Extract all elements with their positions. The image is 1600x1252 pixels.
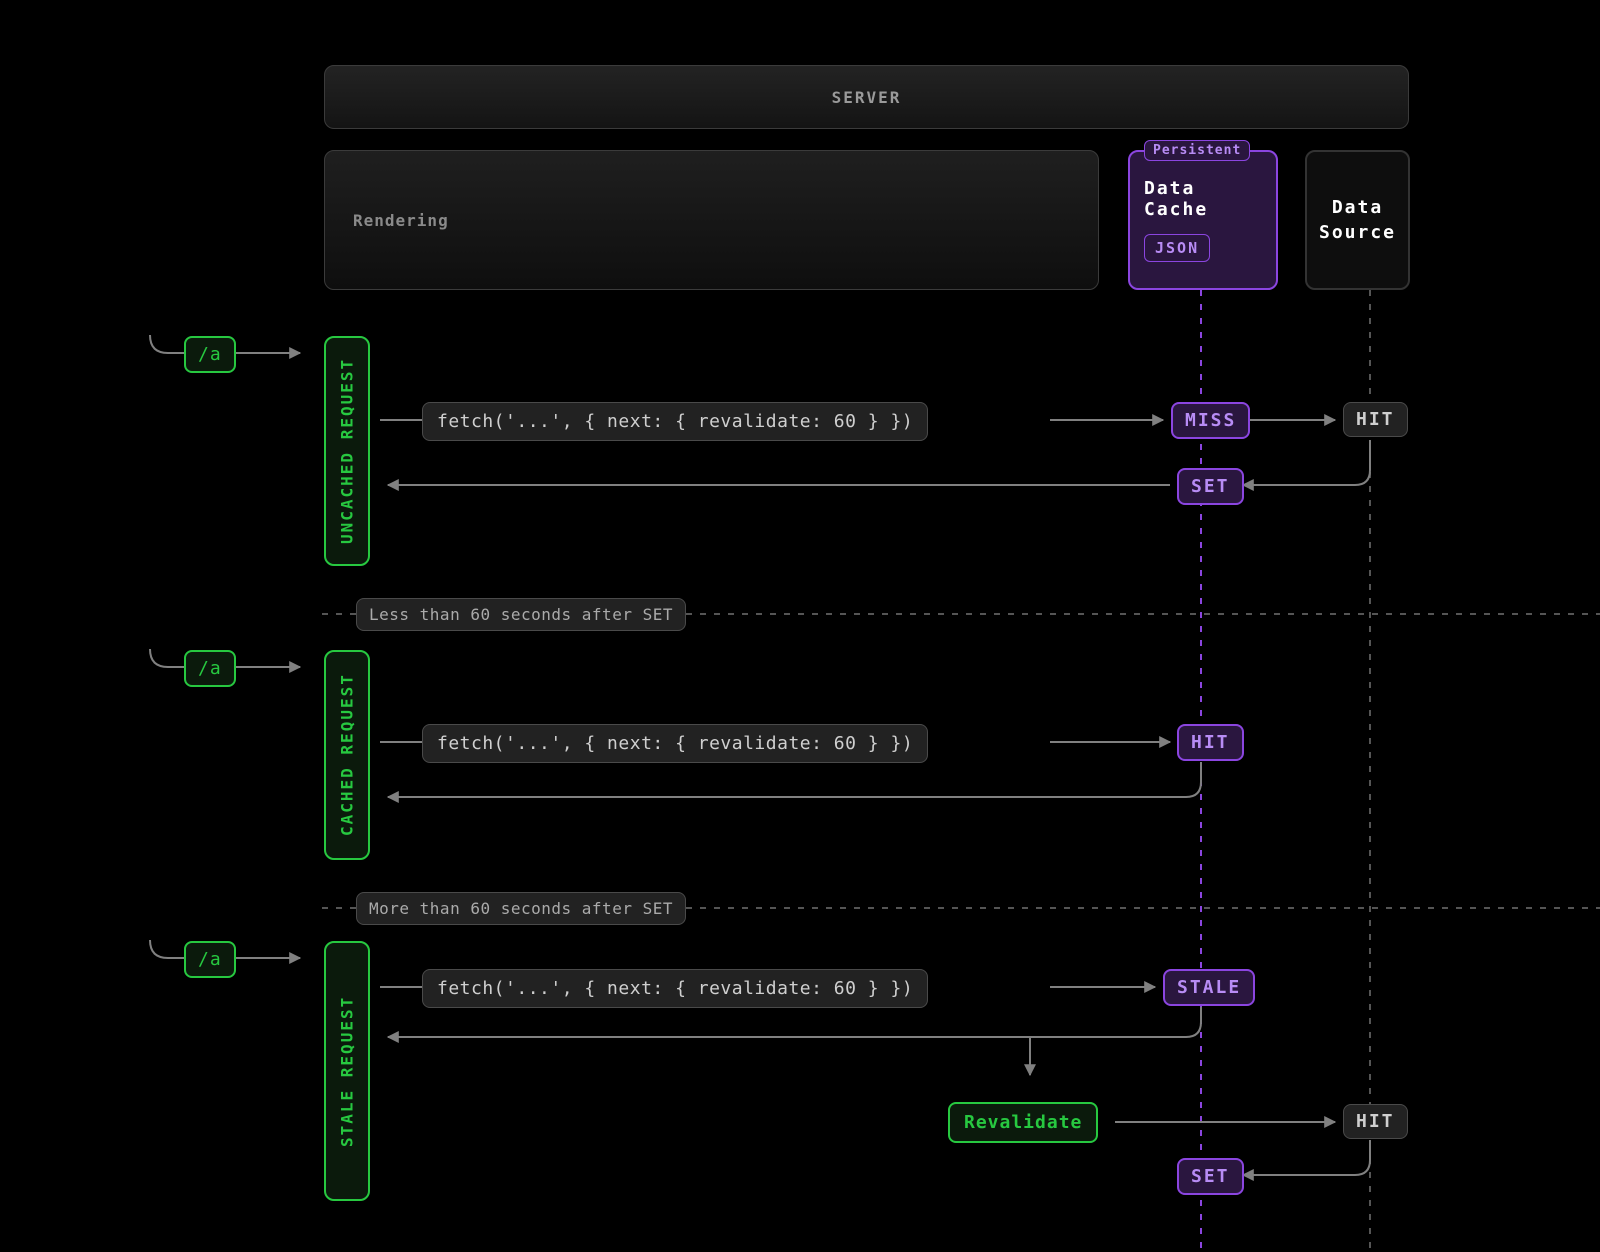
source-hit-pill-2: HIT bbox=[1343, 1104, 1408, 1139]
cache-hit-pill: HIT bbox=[1177, 724, 1244, 761]
cache-set-pill-2: SET bbox=[1177, 1158, 1244, 1195]
route-pill-2: /a bbox=[184, 650, 236, 687]
persistent-badge: Persistent bbox=[1144, 140, 1250, 161]
note-less60: Less than 60 seconds after SET bbox=[356, 598, 686, 631]
source-hit-pill-1: HIT bbox=[1343, 402, 1408, 437]
note-more60: More than 60 seconds after SET bbox=[356, 892, 686, 925]
data-cache-box: Persistent Data Cache JSON bbox=[1128, 150, 1278, 290]
cache-set-pill-1: SET bbox=[1177, 468, 1244, 505]
cache-miss-pill: MISS bbox=[1171, 402, 1250, 439]
route-pill-1: /a bbox=[184, 336, 236, 373]
cache-stale-pill: STALE bbox=[1163, 969, 1255, 1006]
rendering-panel: Rendering bbox=[324, 150, 1099, 290]
route-pill-3: /a bbox=[184, 941, 236, 978]
data-source-l2: Source bbox=[1319, 220, 1396, 245]
server-header: SERVER bbox=[324, 65, 1409, 129]
data-cache-title: Data Cache bbox=[1144, 178, 1262, 220]
revalidate-pill: Revalidate bbox=[948, 1102, 1098, 1143]
vlabel-uncached: UNCACHED REQUEST bbox=[324, 336, 370, 566]
fetch-code-1: fetch('...', { next: { revalidate: 60 } … bbox=[422, 402, 928, 441]
vlabel-cached: CACHED REQUEST bbox=[324, 650, 370, 860]
json-pill: JSON bbox=[1144, 234, 1210, 262]
data-source-l1: Data bbox=[1332, 195, 1383, 220]
vlabel-stale: STALE REQUEST bbox=[324, 941, 370, 1201]
fetch-code-3: fetch('...', { next: { revalidate: 60 } … bbox=[422, 969, 928, 1008]
data-source-box: Data Source bbox=[1305, 150, 1410, 290]
rendering-label: Rendering bbox=[353, 211, 449, 230]
fetch-code-2: fetch('...', { next: { revalidate: 60 } … bbox=[422, 724, 928, 763]
